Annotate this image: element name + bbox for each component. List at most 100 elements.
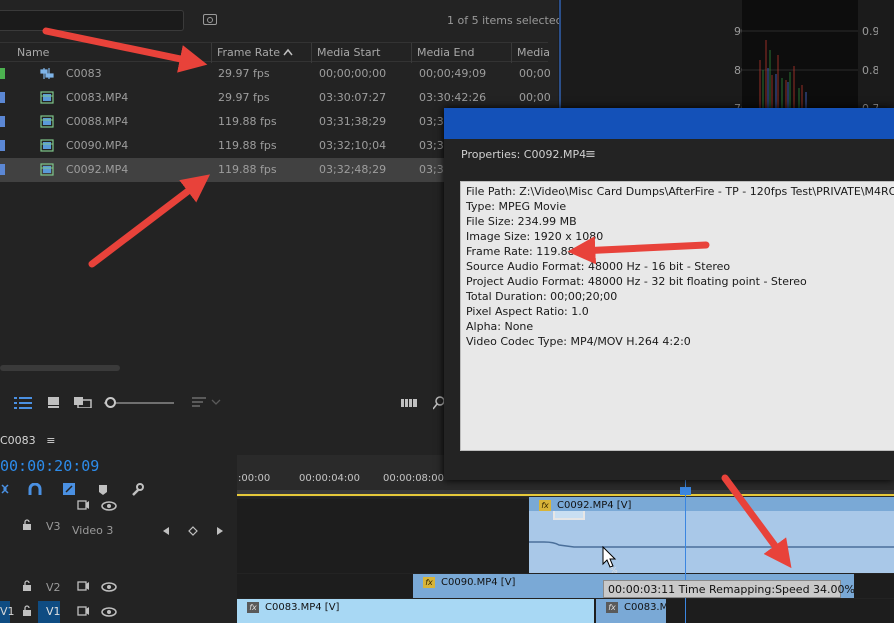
cell-media-start: 03:30:07:27 <box>319 91 387 104</box>
playhead-timecode[interactable]: 00:00:20:09 <box>0 457 99 475</box>
next-keyframe-icon[interactable] <box>216 526 224 536</box>
property-line: Pixel Aspect Ratio: 1.0 <box>466 305 589 318</box>
cell-media-end: 03;3 <box>419 139 444 152</box>
property-line: File Path: Z:\Video\Misc Card Dumps\Afte… <box>466 185 894 198</box>
scope-label-0.9: 0.9 <box>862 25 880 38</box>
toggle-output-eye-icon-v3[interactable] <box>101 501 117 511</box>
track-header-v2 <box>0 574 236 598</box>
project-item-row[interactable]: C0083 29.97 fps 00;00;00;00 00;00;49;09 00;0… <box>0 62 551 86</box>
property-line: Video Codec Type: MP4/MOV H.264 4:2:0 <box>466 335 691 348</box>
icon-view-icon[interactable] <box>47 396 60 408</box>
cell-name: C0083.MP4 <box>66 91 129 104</box>
clip-label-v1-b: C0083.M <box>624 602 666 613</box>
track-header-v3 <box>0 499 236 573</box>
column-media[interactable]: Media <box>517 46 550 59</box>
insert-sequence-nest-icon[interactable] <box>0 483 12 497</box>
label-color-chip[interactable] <box>0 164 5 175</box>
track-header-v1 <box>0 599 236 623</box>
snap-icon[interactable] <box>28 483 42 497</box>
cell-frame-rate: 119.88 fps <box>218 115 277 128</box>
find-bin-icon[interactable] <box>203 14 217 25</box>
add-marker-icon[interactable] <box>98 484 108 496</box>
label-color-chip[interactable] <box>0 140 5 151</box>
dialog-titlebar[interactable] <box>444 108 894 139</box>
fx-badge-icon: fx <box>606 602 618 613</box>
fx-badge-icon: fx <box>423 577 435 588</box>
speed-rubber-band[interactable] <box>529 511 894 573</box>
cell-media-start: 00;00;00;00 <box>319 67 387 80</box>
property-line: Type: MPEG Movie <box>466 200 567 213</box>
properties-dialog[interactable]: Properties: C0092.MP4 ≡ File Path: Z:\Vi… <box>444 108 894 480</box>
ruler-label-8s: 00:00:08:00 <box>383 473 445 484</box>
track-id-v1: V1 <box>46 605 61 618</box>
project-item-row[interactable]: C0083.MP4 29.97 fps 03:30:07:27 03:30:42:26… <box>0 86 551 110</box>
project-horizontal-scrollbar[interactable] <box>0 365 120 371</box>
column-media-start[interactable]: Media Start <box>317 46 380 59</box>
cell-media: 00;00 <box>519 67 551 80</box>
cell-name: C0090.MP4 <box>66 139 129 152</box>
property-line: Frame Rate: 119.88 <box>466 245 575 258</box>
label-color-chip[interactable] <box>0 92 5 103</box>
sync-lock-icon-v1[interactable] <box>77 606 90 616</box>
label-color-chip[interactable] <box>0 68 5 79</box>
project-search-input[interactable] <box>0 10 184 31</box>
properties-menu-icon[interactable]: ≡ <box>585 147 596 162</box>
track-lock-icon-v1[interactable] <box>22 605 32 616</box>
list-view-icon[interactable] <box>14 397 32 409</box>
clip-icon <box>40 163 54 176</box>
column-name[interactable]: Name <box>17 46 49 59</box>
property-line: Image Size: 1920 x 1080 <box>466 230 604 243</box>
zoom-slider-handle[interactable] <box>105 397 116 408</box>
toggle-output-eye-icon-v2[interactable] <box>101 582 117 592</box>
sequence-tab[interactable]: C0083 ≡ <box>0 434 55 447</box>
time-remapping-tooltip: 00:00:03:11 Time Remapping:Speed 34.00% <box>603 580 855 598</box>
cell-media-end: 03;3 <box>419 163 444 176</box>
properties-title: Properties: C0092.MP4 <box>461 148 587 161</box>
sort-ascending-icon[interactable] <box>283 48 293 56</box>
svg-text:%: % <box>610 566 618 575</box>
work-area-bar[interactable] <box>237 490 894 496</box>
scope-scroll-area <box>878 0 894 110</box>
clip-v1-c0083-b[interactable]: fx C0083.M <box>596 599 666 623</box>
playhead-handle[interactable] <box>680 487 691 495</box>
sync-lock-icon-v3[interactable] <box>77 500 90 510</box>
cell-name: C0092.MP4 <box>66 163 129 176</box>
sequence-icon <box>40 68 54 79</box>
automate-to-sequence-icon[interactable] <box>401 397 419 409</box>
cell-media-end: 00;00;49;09 <box>419 67 487 80</box>
items-selected-count: 1 of 5 items selected <box>447 14 563 27</box>
property-line: Project Audio Format: 48000 Hz - 32 bit … <box>466 275 807 288</box>
scope-label-0.8: 0.8 <box>862 64 880 77</box>
cell-frame-rate: 29.97 fps <box>218 67 270 80</box>
column-frame-rate[interactable]: Frame Rate <box>217 46 280 59</box>
cell-media-start: 03;32;10;04 <box>319 139 387 152</box>
label-color-chip[interactable] <box>0 116 5 127</box>
sync-lock-icon-v2[interactable] <box>77 581 90 591</box>
linked-selection-icon[interactable] <box>62 482 76 496</box>
track-lock-icon-v3[interactable] <box>22 519 32 530</box>
cell-media-start: 03;32;48;29 <box>319 163 387 176</box>
prev-keyframe-icon[interactable] <box>162 526 170 536</box>
sort-icons-icon[interactable] <box>192 396 226 408</box>
clip-label-v2: C0090.MP4 [V] <box>441 577 516 588</box>
clip-v3-c0092[interactable]: fx C0092.MP4 [V] <box>529 497 894 573</box>
cell-media-end: 03;3 <box>419 115 444 128</box>
sequence-tab-menu-icon[interactable]: ≡ <box>46 434 55 447</box>
property-line: Source Audio Format: 48000 Hz - 16 bit -… <box>466 260 731 273</box>
add-keyframe-icon[interactable] <box>188 526 198 536</box>
clip-v1-c0083[interactable]: fx C0083.MP4 [V] <box>237 599 594 623</box>
ruler-label-0: :00:00 <box>238 473 271 484</box>
ruler-label-4s: 00:00:04:00 <box>299 473 361 484</box>
freeform-view-icon[interactable] <box>74 396 92 408</box>
scope-waveform <box>742 0 858 110</box>
timeline-settings-icon[interactable] <box>130 482 144 496</box>
toggle-output-eye-icon-v1[interactable] <box>101 607 117 617</box>
sequence-tab-label: C0083 <box>0 434 36 447</box>
cell-frame-rate: 29.97 fps <box>218 91 270 104</box>
column-media-end[interactable]: Media End <box>417 46 474 59</box>
project-column-header: Name Frame Rate Media Start Media End Me… <box>0 42 550 63</box>
track-lock-icon-v2[interactable] <box>22 580 32 591</box>
track-id-v2: V2 <box>46 581 61 594</box>
fx-badge-icon: fx <box>539 500 551 511</box>
properties-content: File Path: Z:\Video\Misc Card Dumps\Afte… <box>460 181 894 451</box>
